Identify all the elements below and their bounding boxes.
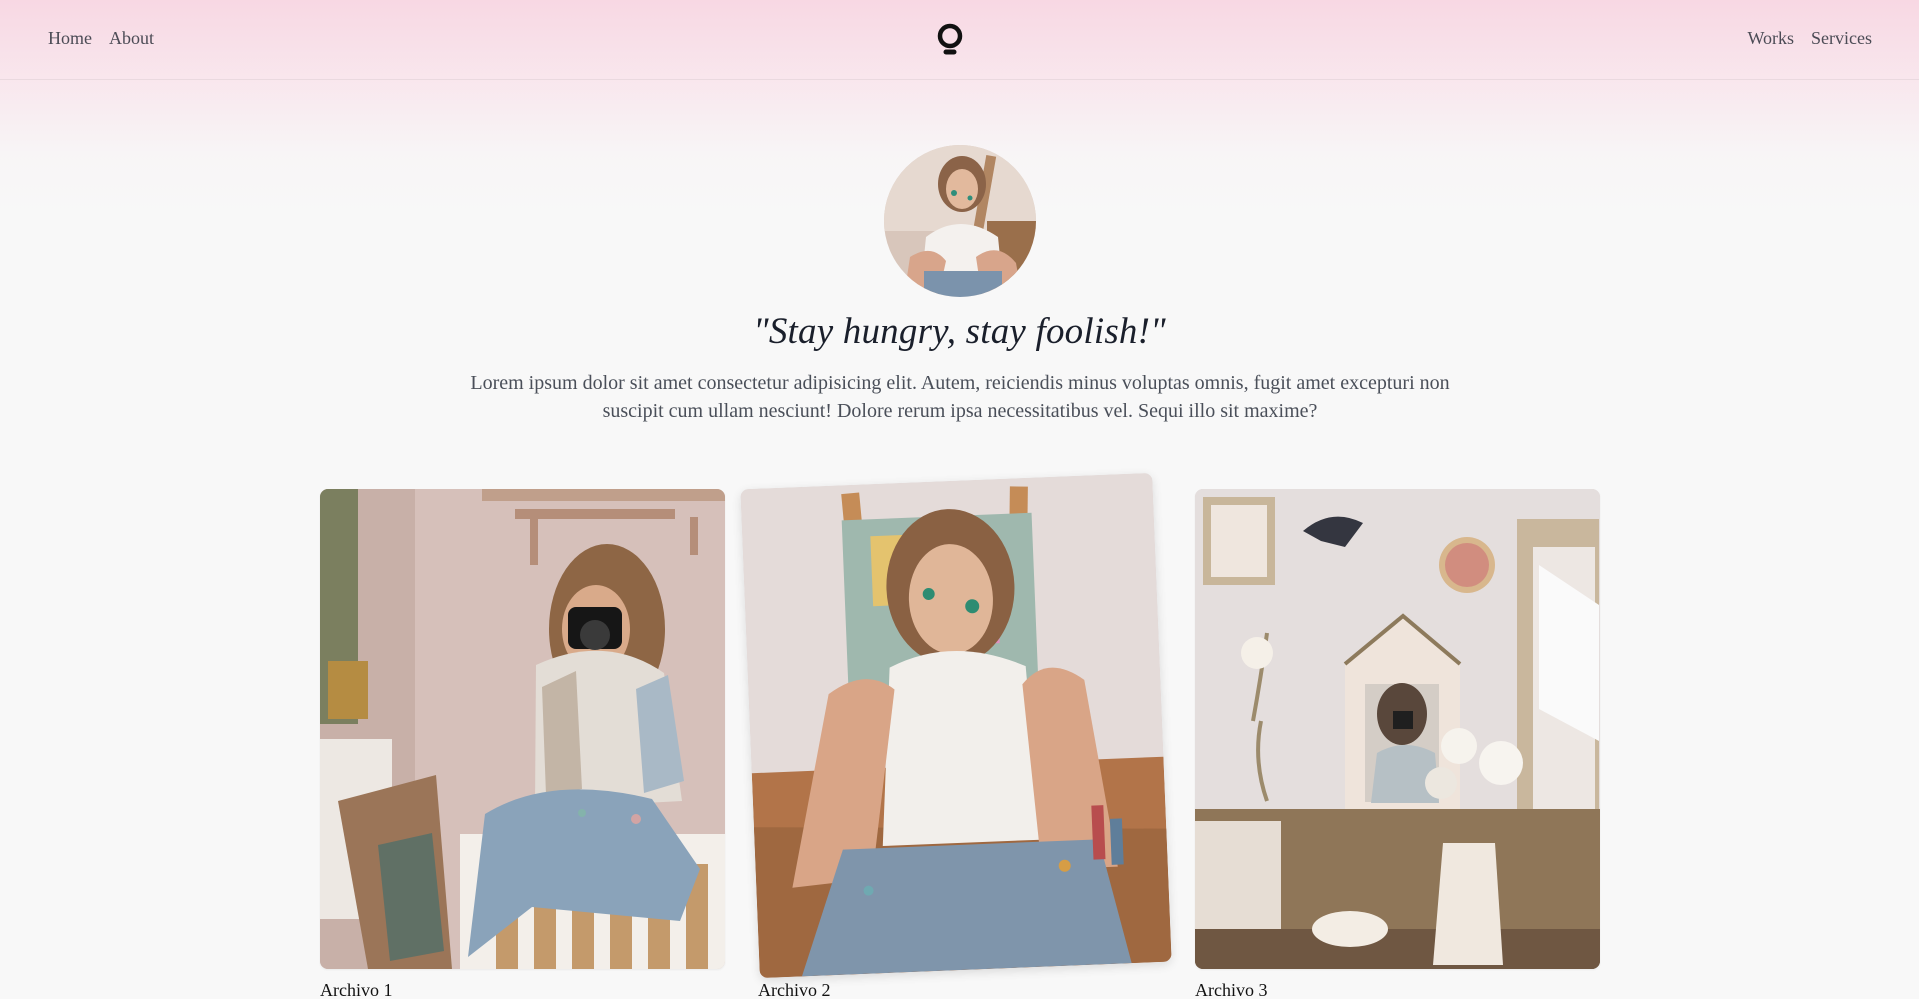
nav-home-link[interactable]: Home — [48, 28, 92, 49]
woman-with-camera-photo — [320, 489, 725, 969]
nav-left: Home About — [48, 28, 154, 49]
ring-logo-icon[interactable] — [936, 23, 964, 59]
nav-works-link[interactable]: Works — [1747, 28, 1794, 49]
profile-avatar — [884, 145, 1036, 297]
hero-quote: "Stay hungry, stay foolish!" — [753, 311, 1166, 352]
nav-about-link[interactable]: About — [109, 28, 154, 49]
nav-right: Works Services — [1747, 28, 1872, 49]
nav-services-link[interactable]: Services — [1811, 28, 1872, 49]
gallery-caption-1: Archivo 1 — [320, 980, 393, 999]
gallery-card-3[interactable] — [1195, 489, 1600, 969]
navbar: Home About Works Services — [0, 0, 1919, 80]
page: Home About Works Services "Stay hungry, … — [0, 0, 1919, 999]
gallery-caption-3: Archivo 3 — [1195, 980, 1268, 999]
hero-intro-text: Lorem ipsum dolor sit amet consectetur a… — [470, 372, 1450, 422]
mirror-selfie-photo — [1195, 489, 1600, 969]
gallery-caption-2: Archivo 2 — [758, 980, 831, 999]
gallery-card-1[interactable] — [320, 489, 725, 969]
painter-in-tank-top-photo — [740, 472, 1172, 979]
gallery-card-2[interactable] — [740, 472, 1172, 979]
